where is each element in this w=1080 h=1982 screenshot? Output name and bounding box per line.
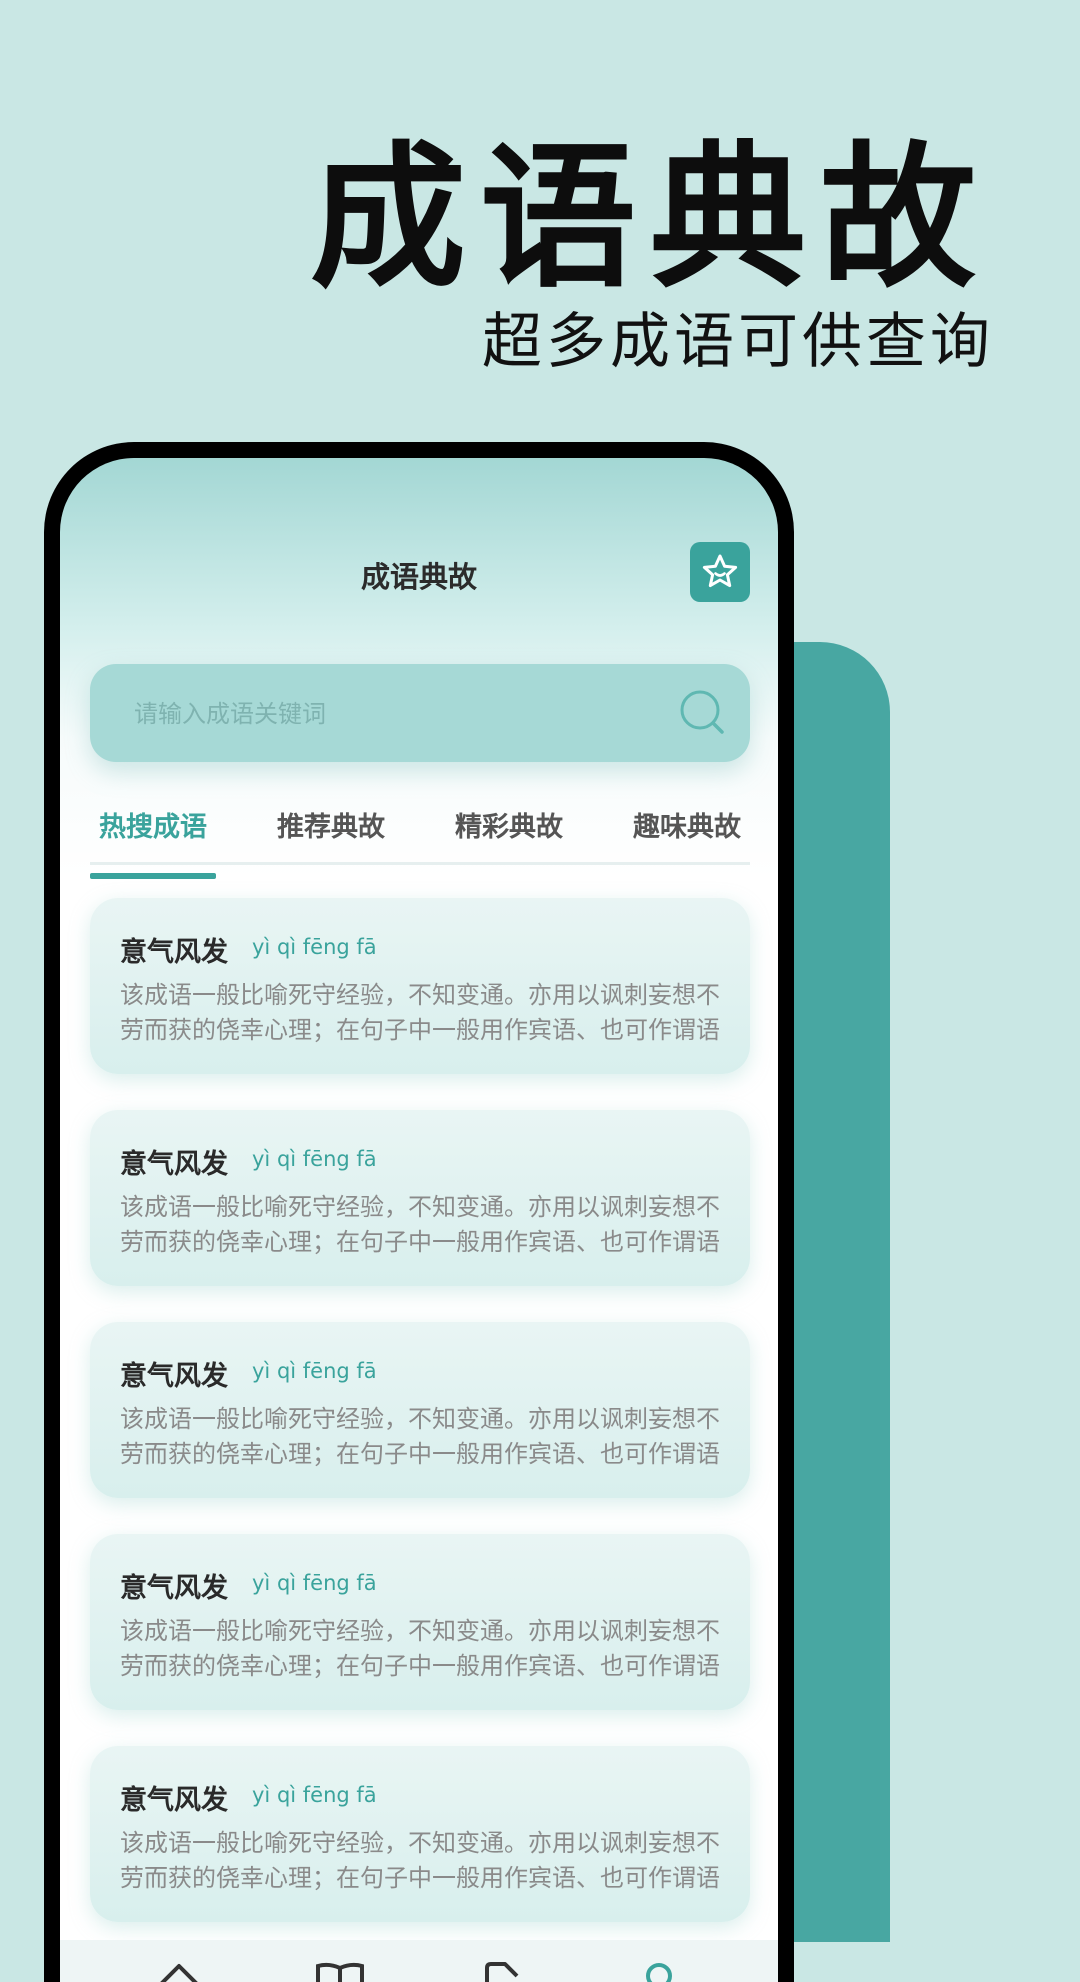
book-icon[interactable] — [315, 1962, 365, 1982]
idiom-name: 意气风发 — [120, 937, 228, 968]
profile-icon[interactable] — [637, 1962, 681, 1982]
hero-title: 成语典故 — [310, 127, 990, 309]
search-icon[interactable] — [678, 688, 728, 738]
idiom-name: 意气风发 — [120, 1573, 228, 1604]
idiom-name: 意气风发 — [120, 1785, 228, 1816]
app-title: 成语典故 — [360, 560, 477, 594]
idiom-pinyin: yì qì fēng fā — [252, 1783, 377, 1807]
idiom-card[interactable]: 意气风发 yì qì fēng fā 该成语一般比喻死守经验，不知变通。亦用以讽… — [90, 898, 750, 1074]
idiom-card[interactable]: 意气风发 yì qì fēng fā 该成语一般比喻死守经验，不知变通。亦用以讽… — [90, 1322, 750, 1498]
idiom-card[interactable]: 意气风发 yì qì fēng fā 该成语一般比喻死守经验，不知变通。亦用以讽… — [90, 1110, 750, 1286]
idiom-list: 意气风发 yì qì fēng fā 该成语一般比喻死守经验，不知变通。亦用以讽… — [90, 898, 750, 1958]
hero-subtitle: 超多成语可供查询 — [482, 307, 994, 377]
home-icon[interactable] — [157, 1962, 201, 1982]
idiom-pinyin: yì qì fēng fā — [252, 935, 377, 959]
star-icon — [702, 554, 738, 588]
search-bar — [90, 664, 750, 764]
tab-fun-stories[interactable]: 趣味典故 — [624, 808, 750, 862]
idiom-description: 该成语一般比喻死守经验，不知变通。亦用以讽刺妄想不劳而获的侥幸心理；在句子中一般… — [120, 1405, 720, 1468]
idiom-name: 意气风发 — [120, 1149, 228, 1180]
phone-mockup: 成语典故 热搜成语 推荐典故 精彩典故 趣味典故 意气风发 yì qì fēng… — [44, 442, 794, 1982]
idiom-description: 该成语一般比喻死守经验，不知变通。亦用以讽刺妄想不劳而获的侥幸心理；在句子中一般… — [120, 1829, 720, 1892]
favorite-button[interactable] — [690, 542, 750, 602]
tab-recommended-stories[interactable]: 推荐典故 — [268, 808, 394, 862]
idiom-card[interactable]: 意气风发 yì qì fēng fā 该成语一般比喻死守经验，不知变通。亦用以讽… — [90, 1534, 750, 1710]
idiom-pinyin: yì qì fēng fā — [252, 1359, 377, 1383]
category-tabs: 热搜成语 推荐典故 精彩典故 趣味典故 — [90, 808, 750, 879]
tag-icon[interactable] — [479, 1962, 523, 1982]
idiom-pinyin: yì qì fēng fā — [252, 1571, 377, 1595]
idiom-name: 意气风发 — [120, 1361, 228, 1392]
idiom-description: 该成语一般比喻死守经验，不知变通。亦用以讽刺妄想不劳而获的侥幸心理；在句子中一般… — [120, 1193, 720, 1256]
search-input[interactable] — [132, 664, 596, 764]
idiom-description: 该成语一般比喻死守经验，不知变通。亦用以讽刺妄想不劳而获的侥幸心理；在句子中一般… — [120, 1617, 720, 1680]
app-screen: 成语典故 热搜成语 推荐典故 精彩典故 趣味典故 意气风发 yì qì fēng… — [60, 458, 778, 1982]
bottom-nav — [60, 1940, 778, 1982]
tab-featured-stories[interactable]: 精彩典故 — [446, 808, 572, 862]
idiom-card[interactable]: 意气风发 yì qì fēng fā 该成语一般比喻死守经验，不知变通。亦用以讽… — [90, 1746, 750, 1922]
idiom-description: 该成语一般比喻死守经验，不知变通。亦用以讽刺妄想不劳而获的侥幸心理；在句子中一般… — [120, 981, 720, 1044]
idiom-pinyin: yì qì fēng fā — [252, 1147, 377, 1171]
tab-hot-idioms[interactable]: 热搜成语 — [90, 808, 216, 879]
